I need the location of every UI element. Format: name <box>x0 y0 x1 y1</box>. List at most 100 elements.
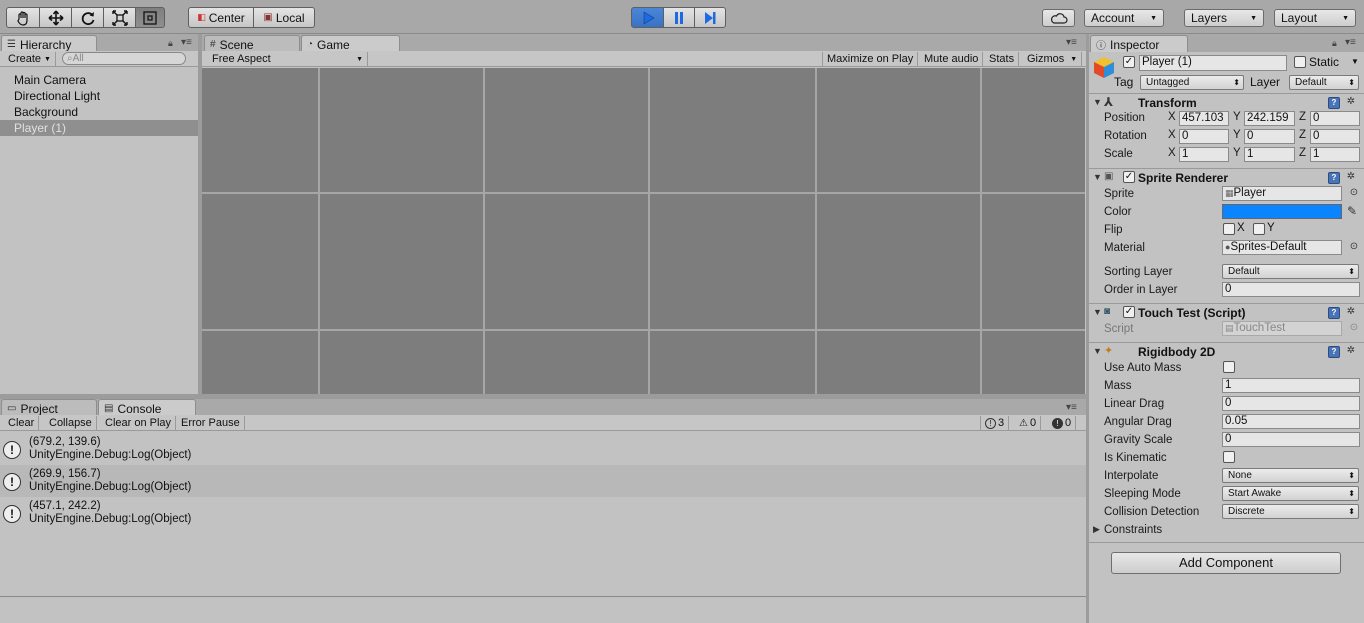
move-tool-button[interactable] <box>39 7 72 28</box>
sprite-renderer-enabled-checkbox[interactable]: ✓ <box>1123 171 1135 183</box>
static-checkbox[interactable] <box>1294 56 1306 68</box>
rotation-x-input[interactable]: 0 <box>1179 129 1229 144</box>
rotation-z-input[interactable]: 0 <box>1310 129 1360 144</box>
play-button[interactable] <box>631 7 664 28</box>
help-icon[interactable]: ? <box>1328 97 1340 109</box>
collapse-toggle[interactable]: Collapse <box>45 416 97 430</box>
panel-menu-icon[interactable]: ▾≡ <box>181 37 192 48</box>
object-picker-icon[interactable]: ⊙ <box>1348 187 1360 199</box>
scale-icon <box>111 9 128 26</box>
stats-toggle[interactable]: Stats <box>985 52 1020 66</box>
gravity-scale-input[interactable]: 0 <box>1222 432 1360 447</box>
error-pause-toggle[interactable]: Error Pause <box>177 416 245 430</box>
log-entry[interactable]: ! (457.1, 242.2) UnityEngine.Debug:Log(O… <box>0 497 1086 529</box>
settings-gear-icon[interactable]: ✲ <box>1345 96 1357 108</box>
aspect-dropdown[interactable]: Free Aspect ▼ <box>208 52 368 66</box>
sprite-object-field[interactable]: ▦Player <box>1222 186 1342 201</box>
hierarchy-item-player[interactable]: Player (1) <box>0 120 198 136</box>
sorting-layer-dropdown[interactable]: Default ⬍ <box>1222 264 1359 279</box>
scale-x-input[interactable]: 1 <box>1179 147 1229 162</box>
flip-y-checkbox[interactable] <box>1253 223 1265 235</box>
help-icon[interactable]: ? <box>1328 307 1340 319</box>
help-icon[interactable]: ? <box>1328 172 1340 184</box>
collision-detection-dropdown[interactable]: Discrete ⬍ <box>1222 504 1359 519</box>
hierarchy-item-background[interactable]: Background <box>0 104 198 120</box>
static-dropdown-icon[interactable]: ▼ <box>1351 57 1359 66</box>
scale-tool-button[interactable] <box>103 7 136 28</box>
angular-drag-input[interactable]: 0.05 <box>1222 414 1360 429</box>
game-view-canvas[interactable] <box>202 68 1085 394</box>
help-icon[interactable]: ? <box>1328 346 1340 358</box>
add-component-button[interactable]: Add Component <box>1111 552 1341 574</box>
pivot-center-button[interactable]: ◧ Center <box>188 7 254 28</box>
warning-count-toggle[interactable]: ⚠ 0 <box>1015 416 1042 430</box>
hierarchy-item-main-camera[interactable]: Main Camera <box>0 72 198 88</box>
hierarchy-item-directional-light[interactable]: Directional Light <box>0 88 198 104</box>
pause-button[interactable] <box>663 7 695 28</box>
pivot-center-label: Center <box>208 10 245 25</box>
sleeping-mode-dropdown[interactable]: Start Awake ⬍ <box>1222 486 1359 501</box>
rotate-tool-button[interactable] <box>71 7 104 28</box>
create-dropdown[interactable]: Create ▼ <box>4 52 56 66</box>
log-entry[interactable]: ! (269.9, 156.7) UnityEngine.Debug:Log(O… <box>0 465 1086 497</box>
hand-tool-button[interactable] <box>6 7 40 28</box>
interpolate-dropdown[interactable]: None ⬍ <box>1222 468 1359 483</box>
layers-dropdown[interactable]: Layers ▼ <box>1184 9 1264 27</box>
mute-audio-toggle[interactable]: Mute audio <box>920 52 984 66</box>
account-dropdown[interactable]: Account ▼ <box>1084 9 1164 27</box>
use-auto-mass-checkbox[interactable] <box>1223 361 1235 373</box>
color-swatch[interactable] <box>1222 204 1342 219</box>
panel-menu-icon[interactable]: ▾≡ <box>1345 37 1356 48</box>
object-name-input[interactable]: Player (1) <box>1139 55 1287 71</box>
gizmos-dropdown[interactable]: Gizmos ▼ <box>1023 52 1083 66</box>
settings-gear-icon[interactable]: ✲ <box>1345 171 1357 183</box>
scale-y-input[interactable]: 1 <box>1244 147 1295 162</box>
hierarchy-search-input[interactable]: ⌕All <box>62 52 186 65</box>
script-value: TouchTest <box>1233 322 1286 334</box>
active-checkbox[interactable]: ✓ <box>1123 56 1135 68</box>
log-count-toggle[interactable]: ! 3 <box>980 416 1010 430</box>
settings-gear-icon[interactable]: ✲ <box>1345 306 1357 318</box>
settings-gear-icon[interactable]: ✲ <box>1345 345 1357 357</box>
position-x-input[interactable]: 457.103 <box>1179 111 1229 126</box>
game-toolbar: Free Aspect ▼ Maximize on Play Mute audi… <box>202 51 1086 67</box>
panel-menu-icon[interactable]: ▾≡ <box>1066 37 1077 48</box>
touch-test-enabled-checkbox[interactable]: ✓ <box>1123 306 1135 318</box>
position-z-input[interactable]: 0 <box>1310 111 1360 126</box>
log-entry[interactable]: ! (679.2, 139.6) UnityEngine.Debug:Log(O… <box>0 433 1086 465</box>
linear-drag-input[interactable]: 0 <box>1222 396 1360 411</box>
step-button[interactable] <box>694 7 726 28</box>
clear-on-play-toggle[interactable]: Clear on Play <box>101 416 177 430</box>
layer-dropdown[interactable]: Default ⬍ <box>1289 75 1359 90</box>
maximize-on-play-toggle[interactable]: Maximize on Play <box>822 52 919 66</box>
clear-button[interactable]: Clear <box>4 416 40 430</box>
order-in-layer-input[interactable]: 0 <box>1222 282 1360 297</box>
foldout-right-arrow-icon[interactable]: ▶ <box>1093 524 1100 535</box>
material-object-field[interactable]: ●Sprites-Default <box>1222 240 1342 255</box>
rect-tool-button[interactable] <box>135 7 165 28</box>
error-count-toggle[interactable]: ! 0 <box>1048 416 1077 430</box>
grid-line <box>648 68 650 394</box>
position-y-input[interactable]: 242.159 <box>1244 111 1295 126</box>
touch-test-component-header[interactable]: ▼ ◙ ✓ Touch Test (Script) ? ✲ <box>1089 303 1364 321</box>
mass-input[interactable]: 1 <box>1222 378 1360 393</box>
tag-dropdown[interactable]: Untagged ⬍ <box>1140 75 1244 90</box>
scale-z-input[interactable]: 1 <box>1310 147 1360 162</box>
transform-component-header[interactable]: ▼ ⅄ Transform ? ✲ <box>1089 93 1364 111</box>
tab-inspector[interactable]: ⓘ Inspector <box>1090 35 1188 53</box>
rotation-y-input[interactable]: 0 <box>1244 129 1295 144</box>
lock-icon[interactable]: 🔒︎ <box>1332 38 1337 49</box>
constraints-foldout[interactable]: Constraints <box>1104 522 1162 538</box>
sprite-renderer-component-header[interactable]: ▼ ▣ ✓ Sprite Renderer ? ✲ <box>1089 168 1364 186</box>
cloud-button[interactable] <box>1042 9 1075 27</box>
eyedropper-icon[interactable]: ✎ <box>1346 205 1358 217</box>
layout-dropdown[interactable]: Layout ▼ <box>1274 9 1356 27</box>
panel-menu-icon[interactable]: ▾≡ <box>1066 402 1077 413</box>
object-picker-icon[interactable]: ⊙ <box>1348 241 1360 253</box>
transform-axes-icon: ⅄ <box>1104 95 1114 109</box>
pivot-local-button[interactable]: ▣ Local <box>253 7 315 28</box>
rigidbody2d-component-header[interactable]: ▼ ✦ Rigidbody 2D ? ✲ <box>1089 342 1364 360</box>
is-kinematic-checkbox[interactable] <box>1223 451 1235 463</box>
lock-icon[interactable]: 🔒︎ <box>168 38 173 49</box>
flip-x-checkbox[interactable] <box>1223 223 1235 235</box>
